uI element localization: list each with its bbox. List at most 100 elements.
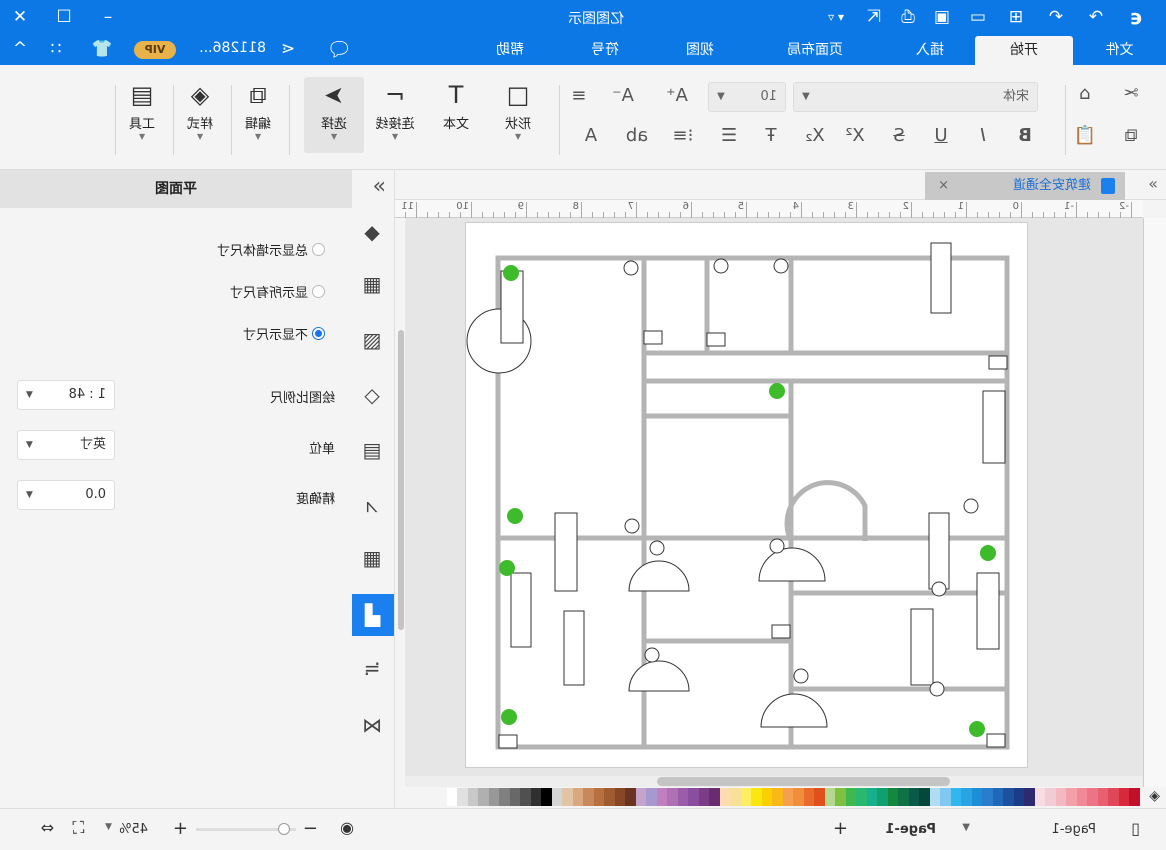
security-camera[interactable]: [773, 258, 789, 274]
bed[interactable]: [510, 572, 532, 648]
table-icon[interactable]: ▦: [357, 543, 387, 573]
undo-icon[interactable]: ↶: [1044, 6, 1068, 28]
tab-file[interactable]: 文件: [1073, 36, 1166, 65]
color-swatch[interactable]: [793, 788, 804, 806]
plant[interactable]: [499, 560, 515, 576]
tab-home[interactable]: 开始: [975, 36, 1073, 65]
security-camera[interactable]: [623, 260, 639, 276]
color-swatch[interactable]: [972, 788, 983, 806]
smoke-detector[interactable]: [986, 733, 1006, 748]
color-swatch[interactable]: [888, 788, 899, 806]
image-icon[interactable]: ▧: [357, 325, 387, 355]
color-swatch[interactable]: [1108, 788, 1119, 806]
color-swatch[interactable]: [1087, 788, 1098, 806]
connector-tool[interactable]: ⌐ 连接线 ▼: [365, 77, 425, 153]
color-swatch[interactable]: [541, 788, 552, 806]
color-swatch[interactable]: [1077, 788, 1088, 806]
color-swatch[interactable]: [615, 788, 626, 806]
new-icon[interactable]: ⊞: [1004, 6, 1028, 28]
color-swatch[interactable]: [667, 788, 678, 806]
color-swatch[interactable]: [1129, 788, 1140, 806]
color-swatch[interactable]: [468, 788, 479, 806]
panel-scrollbar[interactable]: [398, 330, 404, 630]
bold-icon[interactable]: B: [1012, 125, 1038, 146]
radio-circle[interactable]: [312, 327, 325, 340]
color-swatch[interactable]: [930, 788, 941, 806]
close-tab-icon[interactable]: ×: [938, 172, 949, 200]
collapse-panel-icon[interactable]: »: [373, 174, 386, 199]
fullscreen-icon[interactable]: ⛶: [73, 818, 84, 838]
bed[interactable]: [982, 390, 1006, 464]
security-camera[interactable]: [793, 668, 809, 684]
radio-no-dimensions[interactable]: 不显示尺寸: [243, 324, 325, 343]
mindmap-icon[interactable]: ⋈: [357, 710, 387, 740]
share-icon[interactable]: ⋖: [276, 38, 300, 60]
bullets-icon[interactable]: ⁝≡: [670, 125, 696, 146]
color-swatch[interactable]: [594, 788, 605, 806]
color-swatch[interactable]: [993, 788, 1004, 806]
add-page-icon[interactable]: +: [833, 818, 848, 839]
color-swatch[interactable]: [814, 788, 825, 806]
feedback-icon[interactable]: 🗨: [327, 37, 352, 61]
zoom-dropdown-icon[interactable]: ▼: [105, 822, 112, 832]
color-swatch[interactable]: [741, 788, 752, 806]
tab-view[interactable]: 视图: [655, 36, 745, 65]
color-swatch[interactable]: [762, 788, 773, 806]
color-swatch[interactable]: [1056, 788, 1067, 806]
highlight-icon[interactable]: ab: [624, 125, 650, 146]
radio-all-dimensions[interactable]: 显示所有尺寸: [230, 282, 325, 301]
security-camera[interactable]: [931, 581, 947, 597]
color-swatch[interactable]: [583, 788, 594, 806]
color-swatch[interactable]: [531, 788, 542, 806]
bed[interactable]: [563, 610, 585, 686]
page-tab[interactable]: Page-1: [1052, 822, 1096, 837]
format-icon[interactable]: ≒: [357, 653, 387, 683]
color-swatch[interactable]: [846, 788, 857, 806]
smoke-detector[interactable]: [643, 330, 663, 345]
tab-insert[interactable]: 插入: [885, 36, 975, 65]
color-swatch[interactable]: [709, 788, 720, 806]
color-swatch[interactable]: [867, 788, 878, 806]
scrollbar-thumb[interactable]: [657, 777, 950, 786]
precision-select[interactable]: 0.0 ▼: [17, 480, 115, 510]
smoke-detector[interactable]: [706, 332, 726, 347]
bed[interactable]: [500, 270, 524, 344]
security-camera[interactable]: [929, 681, 945, 697]
color-swatch[interactable]: [447, 788, 458, 806]
unit-select[interactable]: 英寸 ▼: [17, 430, 115, 460]
color-swatch[interactable]: [1066, 788, 1077, 806]
select-tool[interactable]: ➤ 选择 ▼: [304, 77, 364, 153]
color-swatch[interactable]: [835, 788, 846, 806]
security-camera[interactable]: [713, 258, 729, 274]
export-icon[interactable]: ⇱: [862, 6, 886, 28]
save-icon[interactable]: ▣: [930, 6, 954, 28]
color-swatch[interactable]: [1024, 788, 1035, 806]
tab-page-layout[interactable]: 页面布局: [745, 36, 885, 65]
color-swatch[interactable]: [1119, 788, 1130, 806]
color-swatch[interactable]: [856, 788, 867, 806]
color-swatch[interactable]: [730, 788, 741, 806]
security-camera[interactable]: [769, 538, 785, 554]
print-icon[interactable]: ⎙: [896, 6, 920, 28]
copy-icon[interactable]: ⧉: [1118, 125, 1144, 146]
zoom-in-icon[interactable]: +: [173, 818, 188, 839]
radio-circle[interactable]: [312, 285, 325, 298]
plant[interactable]: [503, 265, 519, 281]
zoom-slider-handle[interactable]: [278, 823, 290, 835]
chart-icon[interactable]: ⩘: [357, 490, 387, 520]
more-icon[interactable]: ▾ ▿: [824, 6, 848, 28]
zoom-value[interactable]: 45%: [119, 822, 148, 837]
door[interactable]: [628, 560, 690, 592]
plant[interactable]: [769, 383, 785, 399]
italic-icon[interactable]: I: [970, 125, 996, 146]
cut-icon[interactable]: ✂: [1118, 83, 1144, 104]
color-swatch[interactable]: [625, 788, 636, 806]
color-swatch[interactable]: [562, 788, 573, 806]
color-swatch[interactable]: [940, 788, 951, 806]
page-dropdown-icon[interactable]: ▼: [962, 822, 970, 833]
underline-icon[interactable]: U: [928, 125, 954, 146]
color-swatch[interactable]: [489, 788, 500, 806]
maximize-icon[interactable]: ☐: [52, 6, 76, 28]
color-swatch[interactable]: [1035, 788, 1046, 806]
theme-shirt-icon[interactable]: 👕: [90, 38, 114, 60]
